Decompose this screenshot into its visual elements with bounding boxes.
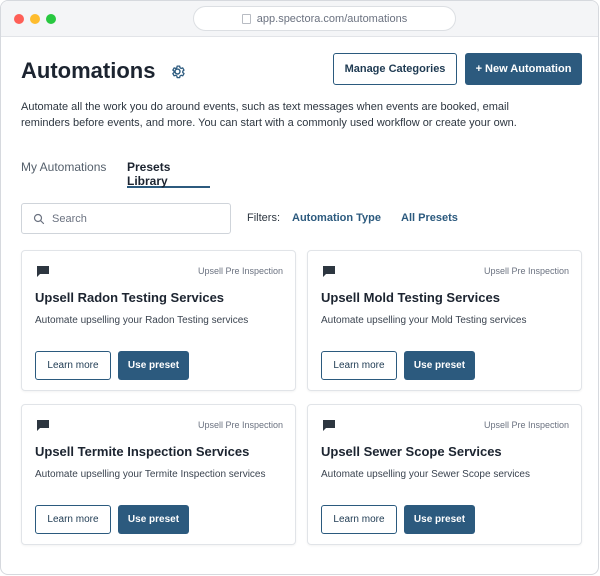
minimize-window-button[interactable]: [30, 14, 40, 24]
preset-title: Upsell Termite Inspection Services: [35, 444, 250, 459]
lock-icon: [241, 13, 251, 24]
use-preset-button[interactable]: Use preset: [404, 351, 475, 380]
address-bar-url: app.spectora.com/automations: [256, 12, 408, 25]
browser-titlebar: app.spectora.com/automations: [1, 1, 598, 37]
close-window-button[interactable]: [14, 14, 24, 24]
use-preset-button[interactable]: Use preset: [118, 505, 189, 534]
manage-categories-button[interactable]: Manage Categories: [333, 53, 457, 85]
preset-description: Automate upselling your Radon Testing se…: [35, 315, 249, 326]
chat-bubble-icon: [323, 420, 335, 431]
preset-card: Upsell Pre Inspection Upsell Termite Ins…: [21, 404, 296, 545]
learn-more-button[interactable]: Learn more: [321, 505, 397, 534]
tab-presets-library[interactable]: Presets Library: [127, 160, 210, 188]
preset-category: Upsell Pre Inspection: [197, 420, 283, 430]
preset-category: Upsell Pre Inspection: [483, 266, 569, 276]
chat-bubble-icon: [37, 266, 49, 277]
preset-title: Upsell Sewer Scope Services: [321, 444, 502, 459]
learn-more-button[interactable]: Learn more: [35, 505, 111, 534]
preset-card: Upsell Pre Inspection Upsell Radon Testi…: [21, 250, 296, 391]
chat-bubble-icon: [323, 266, 335, 277]
address-bar[interactable]: app.spectora.com/automations: [193, 6, 456, 31]
search-box[interactable]: [21, 203, 231, 234]
filters-label: Filters:: [247, 212, 280, 224]
preset-category: Upsell Pre Inspection: [483, 420, 569, 430]
use-preset-button[interactable]: Use preset: [404, 505, 475, 534]
page-content: Automations Manage Categories + New Auto…: [1, 38, 598, 574]
chat-bubble-icon: [37, 420, 49, 431]
preset-description: Automate upselling your Termite Inspecti…: [35, 469, 266, 480]
preset-description: Automate upselling your Sewer Scope serv…: [321, 469, 530, 480]
preset-card: Upsell Pre Inspection Upsell Sewer Scope…: [307, 404, 582, 545]
maximize-window-button[interactable]: [46, 14, 56, 24]
preset-card: Upsell Pre Inspection Upsell Mold Testin…: [307, 250, 582, 391]
automation-type-filter[interactable]: Automation Type: [292, 212, 381, 224]
search-input[interactable]: [52, 212, 212, 225]
browser-window: app.spectora.com/automations Automations…: [0, 0, 599, 575]
search-icon: [33, 213, 45, 224]
all-presets-filter[interactable]: All Presets: [401, 212, 458, 224]
preset-description: Automate upselling your Mold Testing ser…: [321, 315, 527, 326]
gear-icon[interactable]: [169, 63, 186, 80]
page-description: Automate all the work you do around even…: [21, 101, 517, 129]
learn-more-button[interactable]: Learn more: [321, 351, 397, 380]
preset-category: Upsell Pre Inspection: [197, 266, 283, 276]
tab-bar: My Automations Presets Library: [21, 160, 581, 188]
new-automation-button[interactable]: + New Automation: [465, 53, 582, 85]
tab-my-automations[interactable]: My Automations: [21, 160, 106, 188]
preset-title: Upsell Radon Testing Services: [35, 290, 225, 305]
preset-title: Upsell Mold Testing Services: [321, 290, 500, 305]
learn-more-button[interactable]: Learn more: [35, 351, 111, 380]
page-title: Automations: [21, 58, 156, 83]
use-preset-button[interactable]: Use preset: [118, 351, 189, 380]
